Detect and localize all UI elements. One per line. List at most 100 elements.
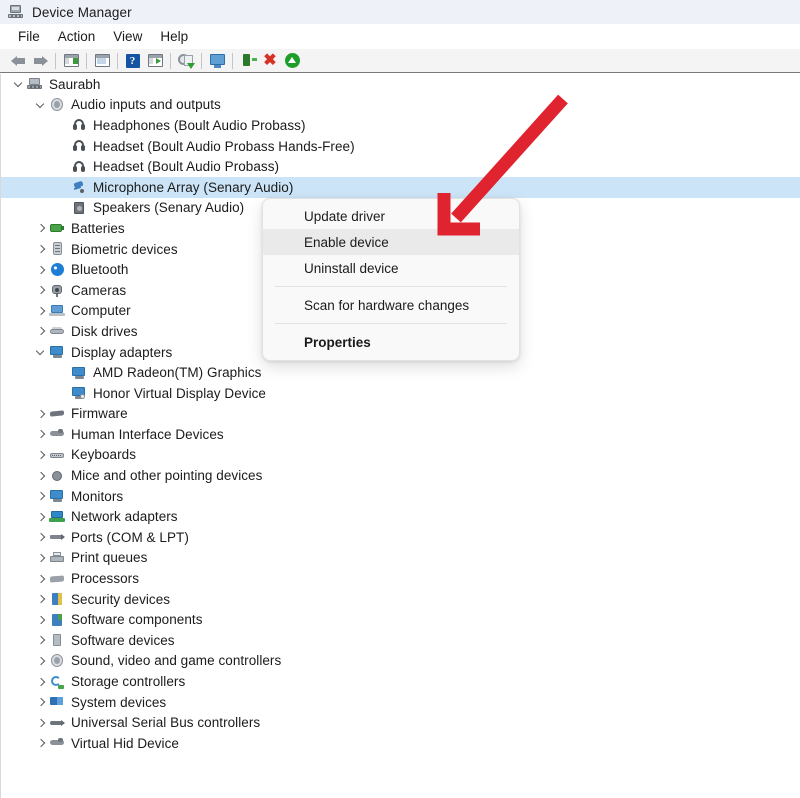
chevron-right-icon[interactable] [33, 674, 49, 690]
computer-icon [27, 76, 43, 92]
toolbar-separator-2 [86, 52, 87, 69]
tree-item[interactable]: Mice and other pointing devices [1, 465, 800, 486]
chevron-right-icon[interactable] [33, 241, 49, 257]
chevron-right-icon[interactable] [33, 468, 49, 484]
tree-item[interactable]: Network adapters [1, 506, 800, 527]
device-tree[interactable]: Saurabh Audio inputs and outputs Headphone… [0, 74, 800, 798]
chevron-placeholder [55, 385, 71, 401]
chevron-right-icon[interactable] [33, 735, 49, 751]
chevron-right-icon[interactable] [33, 612, 49, 628]
printer-icon [49, 550, 65, 566]
chevron-placeholder [55, 117, 71, 133]
keyboard-icon [49, 447, 65, 463]
chevron-right-icon[interactable] [33, 715, 49, 731]
properties-button[interactable] [91, 51, 113, 71]
context-menu-item-properties[interactable]: Properties [263, 329, 519, 355]
chevron-right-icon[interactable] [33, 571, 49, 587]
tree-item[interactable]: Software devices [1, 630, 800, 651]
menu-action[interactable]: Action [49, 27, 105, 46]
tree-item-label: Virtual Hid Device [71, 735, 179, 751]
tree-item[interactable]: Virtual Hid Device [1, 733, 800, 754]
context-menu-item-scan-for-hardware-changes[interactable]: Scan for hardware changes [263, 292, 519, 318]
hid-icon [49, 735, 65, 751]
tree-item[interactable]: AMD Radeon(TM) Graphics [1, 362, 800, 383]
help-button[interactable]: ? [122, 51, 144, 71]
chevron-down-icon[interactable] [33, 97, 49, 113]
disable-device-button[interactable]: ✖ [259, 51, 281, 71]
chevron-right-icon[interactable] [33, 509, 49, 525]
menu-view[interactable]: View [104, 27, 151, 46]
context-menu-item-uninstall-device[interactable]: Uninstall device [263, 255, 519, 281]
tree-item-label: Headset (Boult Audio Probass Hands-Free) [93, 138, 355, 154]
update-driver-button[interactable] [175, 51, 197, 71]
chevron-right-icon[interactable] [33, 426, 49, 442]
tree-item-label: Software devices [71, 632, 175, 648]
menu-file[interactable]: File [9, 27, 49, 46]
tree-item[interactable]: Microphone Array (Senary Audio) [1, 176, 800, 198]
chevron-right-icon[interactable] [33, 488, 49, 504]
scan-hardware-changes-icon [209, 53, 226, 69]
firmware-icon [49, 406, 65, 422]
tree-item[interactable]: Human Interface Devices [1, 424, 800, 445]
tree-item-label: Sound, video and game controllers [71, 653, 282, 669]
scan-hardware-changes-button[interactable] [206, 51, 228, 71]
chevron-right-icon[interactable] [33, 653, 49, 669]
chevron-right-icon[interactable] [33, 220, 49, 236]
tree-item[interactable]: Universal Serial Bus controllers [1, 712, 800, 733]
tree-item-label: Headphones (Boult Audio Probass) [93, 117, 306, 133]
context-menu-item-update-driver[interactable]: Update driver [263, 203, 519, 229]
chevron-right-icon[interactable] [33, 447, 49, 463]
chevron-right-icon[interactable] [33, 550, 49, 566]
tree-item[interactable]: Keyboards [1, 445, 800, 466]
tree-item[interactable]: Headset (Boult Audio Probass Hands-Free) [1, 136, 800, 157]
context-menu[interactable]: Update driver Enable device Uninstall de… [262, 198, 520, 361]
uninstall-device-button[interactable] [237, 51, 259, 71]
chevron-right-icon[interactable] [33, 303, 49, 319]
tree-item[interactable]: Software components [1, 609, 800, 630]
enable-device-button[interactable] [281, 51, 303, 71]
uninstall-device-icon [240, 53, 257, 69]
chevron-right-icon[interactable] [33, 694, 49, 710]
tree-item-label: Computer [71, 303, 131, 319]
chevron-right-icon[interactable] [33, 323, 49, 339]
battery-icon [49, 220, 65, 236]
tree-item-label: Processors [71, 571, 140, 587]
tree-item-label: Storage controllers [71, 674, 186, 690]
chevron-down-icon[interactable] [11, 76, 27, 92]
tree-item[interactable]: Ports (COM & LPT) [1, 527, 800, 548]
chevron-down-icon[interactable] [33, 344, 49, 360]
chevron-right-icon[interactable] [33, 282, 49, 298]
tree-item[interactable]: Headphones (Boult Audio Probass) [1, 115, 800, 136]
tree-item-label: Firmware [71, 406, 128, 422]
context-menu-item-enable-device[interactable]: Enable device [263, 229, 519, 255]
tree-item[interactable]: System devices [1, 692, 800, 713]
chevron-right-icon[interactable] [33, 632, 49, 648]
show-hide-console-tree-button[interactable] [60, 51, 82, 71]
tree-item-label: Headset (Boult Audio Probass) [93, 159, 280, 175]
help-icon: ? [125, 53, 142, 69]
chevron-right-icon[interactable] [33, 406, 49, 422]
toolbar-separator-1 [55, 52, 56, 69]
tree-item[interactable]: Audio inputs and outputs [1, 95, 800, 116]
tree-item[interactable]: Headset (Boult Audio Probass) [1, 156, 800, 177]
virtual-display-icon [71, 385, 87, 401]
forward-button[interactable] [29, 51, 51, 71]
chevron-right-icon[interactable] [33, 591, 49, 607]
menu-help[interactable]: Help [151, 27, 197, 46]
tree-item[interactable]: Monitors [1, 486, 800, 507]
back-button[interactable] [7, 51, 29, 71]
tree-item[interactable]: Honor Virtual Display Device [1, 383, 800, 404]
tree-item-label: Display adapters [71, 344, 173, 360]
tree-item[interactable]: Print queues [1, 548, 800, 569]
tree-item[interactable]: Security devices [1, 589, 800, 610]
tree-item[interactable]: Firmware [1, 404, 800, 425]
tree-item[interactable]: Storage controllers [1, 671, 800, 692]
tree-item[interactable]: Processors [1, 568, 800, 589]
chevron-right-icon[interactable] [33, 262, 49, 278]
speaker-box-icon [71, 200, 87, 216]
tree-item[interactable]: Saurabh [1, 74, 800, 95]
chevron-right-icon[interactable] [33, 529, 49, 545]
tree-item[interactable]: Sound, video and game controllers [1, 651, 800, 672]
security-device-icon [49, 591, 65, 607]
show-hide-action-pane-button[interactable] [144, 51, 166, 71]
